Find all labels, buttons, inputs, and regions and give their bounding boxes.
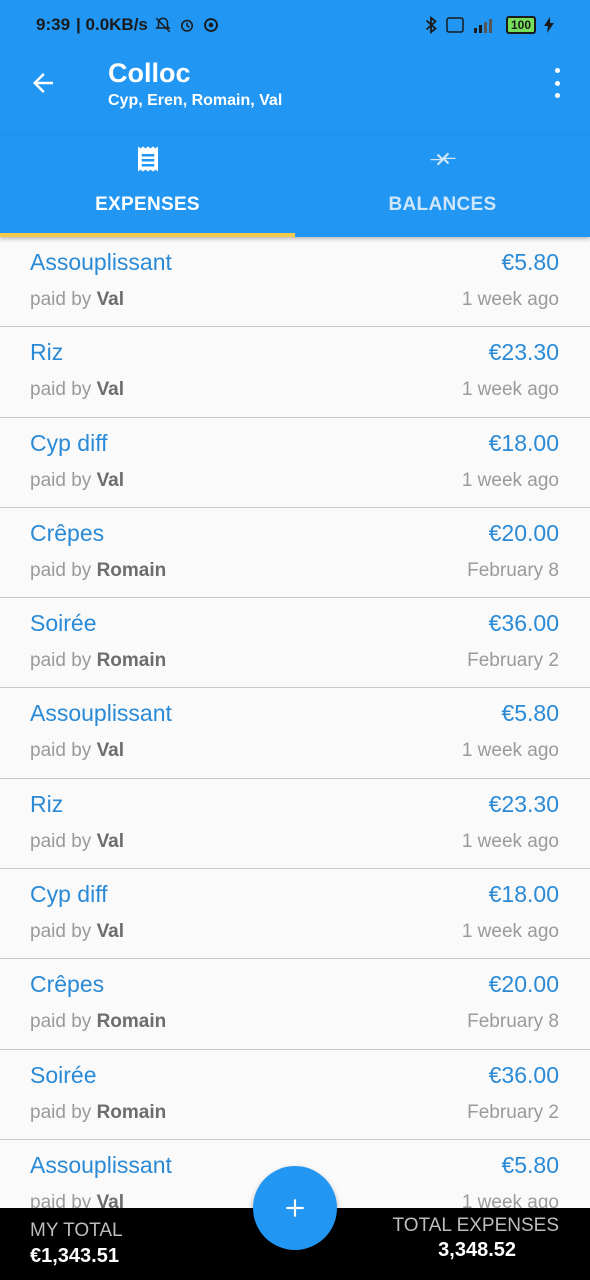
notifications-off-icon xyxy=(155,17,171,33)
expense-payer: Romain xyxy=(96,559,167,581)
expense-paid-by: paid by Val xyxy=(30,740,125,762)
expense-date: 1 week ago xyxy=(461,1191,559,1208)
tab-selected-indicator xyxy=(0,233,295,237)
expense-row[interactable]: Riz €23.30 paid by Val 1 week ago xyxy=(0,778,590,870)
expense-name: Cyp diff xyxy=(30,429,108,456)
expense-paid-by: paid by Val xyxy=(30,379,125,401)
add-expense-button[interactable] xyxy=(253,1166,337,1250)
expense-name: Riz xyxy=(30,339,64,366)
expense-amount: €5.80 xyxy=(501,700,559,727)
group-title: Colloc xyxy=(108,58,191,88)
expense-row[interactable]: Crêpes €20.00 paid by Romain February 8 xyxy=(0,959,590,1050)
expense-paid-by: paid by Romain xyxy=(30,1011,167,1033)
expense-paid-by: paid by Romain xyxy=(30,650,167,672)
expense-date: February 2 xyxy=(467,650,559,672)
expense-payer: Val xyxy=(96,469,125,491)
receipt-icon xyxy=(137,146,158,172)
expense-name: Assouplissant xyxy=(30,700,172,727)
app-bar: Colloc Cyp, Eren, Romain, Val xyxy=(0,50,590,136)
expense-date: 1 week ago xyxy=(461,469,559,491)
transfer-arrows-icon xyxy=(430,152,455,166)
tab-expenses-label: EXPENSES xyxy=(95,194,200,215)
expense-paid-by: paid by Val xyxy=(30,921,125,943)
expense-amount: €23.30 xyxy=(488,790,559,817)
expense-date: February 8 xyxy=(467,1011,559,1033)
expense-list[interactable]: Assouplissant €5.80 paid by Val 1 week a… xyxy=(0,237,590,1208)
expense-payer: Romain xyxy=(96,650,167,672)
bluetooth-icon xyxy=(425,16,437,34)
expense-name: Assouplissant xyxy=(30,249,172,275)
expense-paid-by: paid by Val xyxy=(30,469,125,491)
tab-balances[interactable]: BALANCES xyxy=(295,136,590,237)
tab-balances-label: BALANCES xyxy=(388,194,497,215)
data-saver-icon xyxy=(203,18,218,32)
expense-row[interactable]: Assouplissant €5.80 paid by Val 1 week a… xyxy=(0,688,590,779)
expense-date: February 8 xyxy=(467,559,559,581)
expense-name: Riz xyxy=(30,790,64,817)
my-total-label: MY TOTAL xyxy=(30,1220,123,1241)
expense-amount: €5.80 xyxy=(501,1151,559,1178)
expense-date: 1 week ago xyxy=(461,830,559,852)
expense-name: Soirée xyxy=(30,610,97,637)
my-total-value: €1,343.51 xyxy=(30,1245,119,1267)
signal-icon xyxy=(473,19,492,33)
expense-amount: €36.00 xyxy=(488,1061,559,1088)
status-time: 9:39 xyxy=(36,15,71,34)
expense-name: Cyp diff xyxy=(30,881,108,908)
total-expenses-label: TOTAL EXPENSES xyxy=(392,1215,559,1236)
expense-paid-by: paid by Val xyxy=(30,1192,124,1208)
expense-paid-by: paid by Val xyxy=(30,289,125,310)
expense-date: February 2 xyxy=(467,1101,559,1123)
expense-payer: Val xyxy=(96,740,125,762)
expense-payer: Val xyxy=(96,1191,125,1208)
expense-amount: €36.00 xyxy=(488,610,559,637)
tab-expenses[interactable]: EXPENSES xyxy=(0,136,295,237)
expense-row[interactable]: Cyp diff €18.00 paid by Val 1 week ago xyxy=(0,417,590,508)
expense-name: Crêpes xyxy=(30,971,105,998)
expense-row[interactable]: Crêpes €20.00 paid by Romain February 8 xyxy=(0,507,590,599)
expense-payer: Val xyxy=(96,379,125,401)
expense-amount: €20.00 xyxy=(488,519,559,546)
status-network-speed: | 0.0KB/s xyxy=(76,15,148,34)
group-members: Cyp, Eren, Romain, Val xyxy=(108,92,283,109)
tab-bar: EXPENSES BALANCES xyxy=(0,136,590,237)
expense-name: Soirée xyxy=(30,1061,97,1088)
expense-row[interactable]: Soirée €36.00 paid by Romain February 2 xyxy=(0,598,590,689)
expense-paid-by: paid by Romain xyxy=(30,1101,167,1123)
expense-payer: Romain xyxy=(96,1101,167,1123)
expense-paid-by: paid by Val xyxy=(30,830,125,852)
expense-payer: Val xyxy=(96,830,125,852)
back-arrow-icon[interactable] xyxy=(28,68,58,98)
expense-row[interactable]: Cyp diff €18.00 paid by Val 1 week ago xyxy=(0,869,590,960)
expense-amount: €18.00 xyxy=(488,429,559,456)
expense-date: 1 week ago xyxy=(461,921,559,943)
expense-paid-by: paid by Romain xyxy=(30,559,167,581)
expense-row[interactable]: Soirée €36.00 paid by Romain February 2 xyxy=(0,1049,590,1140)
expense-row[interactable]: Riz €23.30 paid by Val 1 week ago xyxy=(0,327,590,418)
expense-name: Crêpes xyxy=(30,519,105,546)
expense-amount: €18.00 xyxy=(488,881,559,908)
status-bar: 9:39 | 0.0KB/s 100 xyxy=(0,0,590,50)
expense-amount: €20.00 xyxy=(488,971,559,998)
volte-icon xyxy=(446,17,464,33)
plus-icon xyxy=(286,1199,304,1217)
expense-date: 1 week ago xyxy=(461,289,559,310)
expense-row[interactable]: Assouplissant €5.80 paid by Val 1 week a… xyxy=(0,237,590,328)
more-options-icon[interactable] xyxy=(552,68,562,98)
total-expenses-value: 3,348.52 xyxy=(438,1239,516,1261)
expense-payer: Romain xyxy=(96,1011,167,1033)
expense-amount: €23.30 xyxy=(488,339,559,366)
expense-payer: Val xyxy=(96,289,125,310)
battery-icon: 100 xyxy=(505,16,536,34)
alarm-icon xyxy=(180,19,193,32)
expense-amount: €5.80 xyxy=(501,249,559,275)
expense-date: 1 week ago xyxy=(461,740,559,762)
expense-date: 1 week ago xyxy=(461,379,559,401)
expense-name: Assouplissant xyxy=(30,1151,172,1178)
expense-payer: Val xyxy=(96,921,125,943)
charging-icon xyxy=(544,17,554,33)
